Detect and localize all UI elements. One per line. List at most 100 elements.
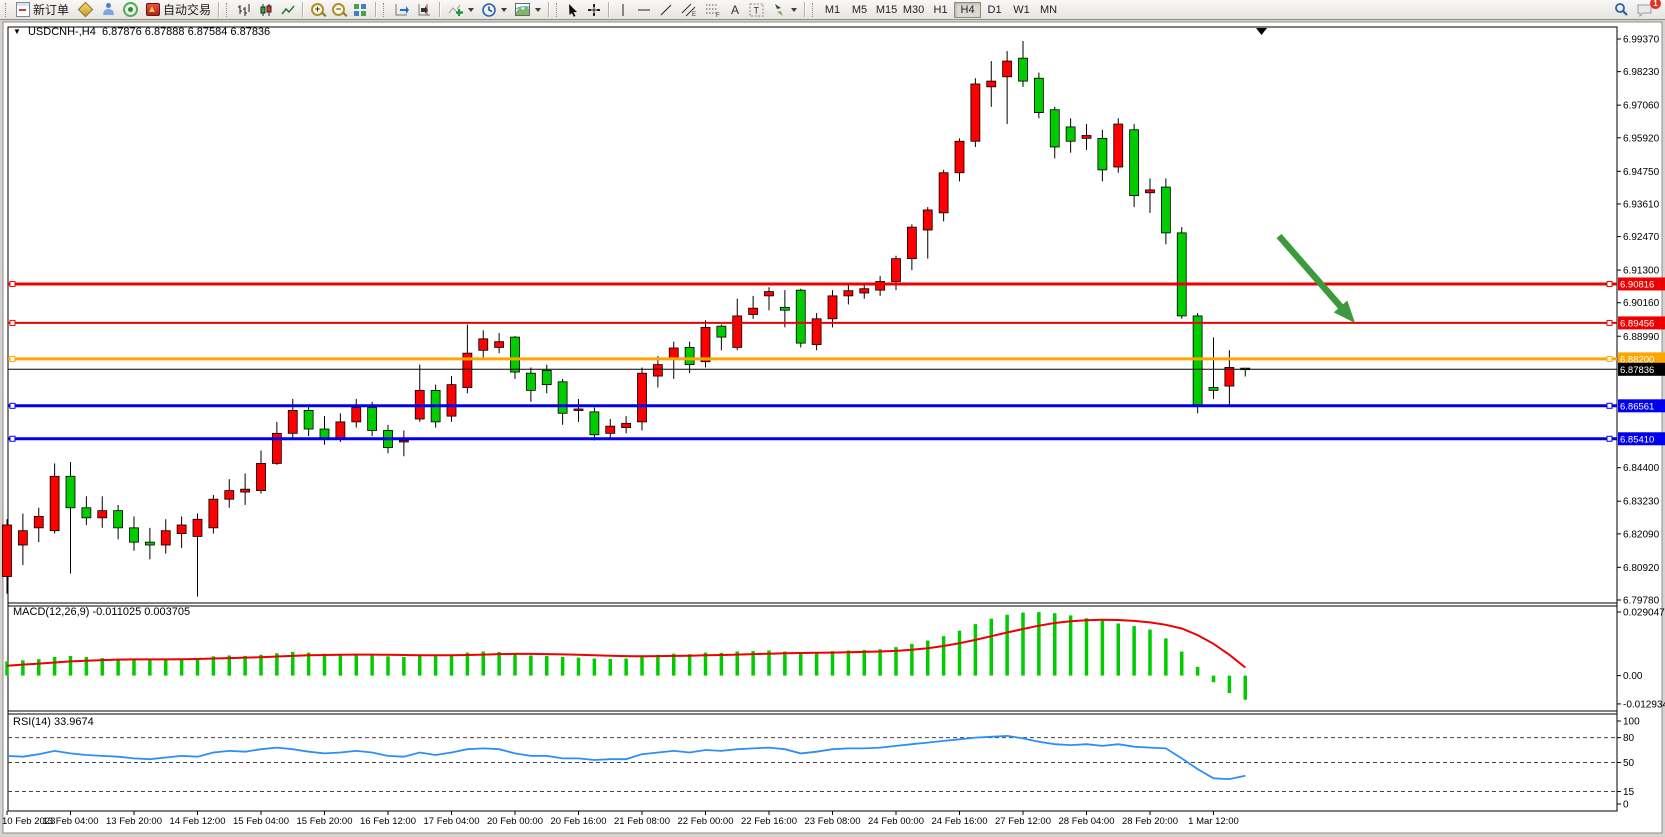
collapse-triangle-icon[interactable]: ▼ xyxy=(13,27,21,36)
svg-text:6.87836: 6.87836 xyxy=(1620,365,1654,376)
timeframe-group: M1M5M15M30H1H4D1W1MN xyxy=(819,2,1062,18)
channel-tool-button[interactable]: E xyxy=(677,1,701,19)
svg-text:23 Feb 08:00: 23 Feb 08:00 xyxy=(805,816,861,827)
timeframe-d1[interactable]: D1 xyxy=(981,2,1008,18)
svg-text:6.79780: 6.79780 xyxy=(1623,595,1660,606)
bar-chart-icon xyxy=(237,3,251,17)
svg-text:20 Feb 16:00: 20 Feb 16:00 xyxy=(551,816,607,827)
svg-text:22 Feb 16:00: 22 Feb 16:00 xyxy=(741,816,797,827)
timeframe-m1[interactable]: M1 xyxy=(819,2,846,18)
toolbar-grip[interactable] xyxy=(383,3,387,17)
toolbar-grip[interactable] xyxy=(226,3,230,17)
zoom-out-button[interactable]: − xyxy=(328,1,349,19)
trading-terminal: 新订单 自动交易 + − xyxy=(0,0,1665,837)
timeframe-h4[interactable]: H4 xyxy=(954,2,981,18)
chart-title: ▼ USDCNH-,H4 6.87876 6.87888 6.87584 6.8… xyxy=(13,26,270,38)
arrows-tool-button[interactable] xyxy=(768,1,801,19)
svg-text:24 Feb 16:00: 24 Feb 16:00 xyxy=(932,816,988,827)
svg-text:E: E xyxy=(692,12,696,17)
separator xyxy=(439,2,441,17)
fibonacci-tool-button[interactable]: F xyxy=(701,1,725,19)
svg-text:6.95920: 6.95920 xyxy=(1623,133,1660,144)
autotrading-label: 自动交易 xyxy=(163,1,211,18)
svg-text:14 Feb 12:00: 14 Feb 12:00 xyxy=(170,816,226,827)
crosshair-tool-button[interactable] xyxy=(583,1,605,19)
svg-text:6.97060: 6.97060 xyxy=(1623,101,1660,112)
candlestick-chart-button[interactable] xyxy=(255,1,277,19)
template-icon xyxy=(515,3,530,16)
community-button[interactable] xyxy=(98,1,119,19)
toolbar-grip[interactable] xyxy=(556,3,560,17)
crosshair-icon xyxy=(587,3,601,17)
arrows-icon xyxy=(772,3,786,17)
dropdown-caret xyxy=(468,8,474,12)
dropdown-caret xyxy=(501,8,507,12)
text-label-icon: T xyxy=(749,3,764,17)
zoom-in-icon: + xyxy=(311,3,324,16)
diamond-icon xyxy=(78,2,94,18)
label-tool-button[interactable]: T xyxy=(745,1,768,19)
ohlc-readout: 6.87876 6.87888 6.87584 6.87836 xyxy=(102,26,270,38)
text-tool-icon: A xyxy=(731,3,739,17)
autotrading-button[interactable]: 自动交易 xyxy=(142,1,215,19)
signal-icon xyxy=(123,2,138,17)
equidistant-channel-icon: E xyxy=(681,3,697,17)
svg-text:6.94750: 6.94750 xyxy=(1623,167,1660,178)
tile-windows-button[interactable] xyxy=(349,1,372,19)
svg-text:6.99370: 6.99370 xyxy=(1623,35,1660,46)
separator xyxy=(302,2,304,17)
svg-text:6.88990: 6.88990 xyxy=(1623,332,1660,343)
price-chart[interactable]: 6.993706.982306.970606.959206.947506.936… xyxy=(0,0,1665,837)
svg-text:100: 100 xyxy=(1623,717,1640,728)
zoom-in-button[interactable]: + xyxy=(307,1,328,19)
svg-text:6.83230: 6.83230 xyxy=(1623,497,1660,508)
vertical-line-icon xyxy=(618,3,628,17)
svg-text:T: T xyxy=(754,5,760,15)
svg-text:0.029047: 0.029047 xyxy=(1623,607,1665,618)
periods-button[interactable] xyxy=(478,1,511,19)
timeframe-m30[interactable]: M30 xyxy=(900,2,927,18)
new-order-button[interactable]: 新订单 xyxy=(12,1,73,19)
cursor-tool-button[interactable] xyxy=(563,1,583,19)
signals-button[interactable] xyxy=(119,1,142,19)
horizontal-line-tool-button[interactable] xyxy=(633,1,655,19)
svg-text:6.85410: 6.85410 xyxy=(1620,434,1654,445)
separator xyxy=(608,2,610,17)
svg-text:-0.012934: -0.012934 xyxy=(1623,699,1665,710)
chart-shift-button[interactable] xyxy=(413,1,436,19)
candlestick-chart-icon xyxy=(259,3,273,17)
timeframe-mn[interactable]: MN xyxy=(1035,2,1062,18)
svg-text:21 Feb 08:00: 21 Feb 08:00 xyxy=(614,816,670,827)
toolbar-grip[interactable] xyxy=(5,3,9,17)
toolbar-grip[interactable] xyxy=(812,3,816,17)
timeframe-h1[interactable]: H1 xyxy=(927,2,954,18)
auto-scroll-button[interactable] xyxy=(390,1,413,19)
clock-icon xyxy=(482,3,496,17)
svg-text:F: F xyxy=(716,13,720,17)
indicators-button[interactable] xyxy=(444,1,478,19)
toolbar: 新订单 自动交易 + − xyxy=(0,0,1665,20)
svg-text:24 Feb 00:00: 24 Feb 00:00 xyxy=(868,816,924,827)
timeframe-m5[interactable]: M5 xyxy=(846,2,873,18)
vertical-line-tool-button[interactable] xyxy=(613,1,633,19)
timeframe-m15[interactable]: M15 xyxy=(873,2,900,18)
search-button[interactable] xyxy=(1610,1,1633,19)
svg-text:15 Feb 20:00: 15 Feb 20:00 xyxy=(297,816,353,827)
dropdown-caret xyxy=(791,8,797,12)
tile-windows-icon xyxy=(354,4,359,9)
notifications-button[interactable]: 1 xyxy=(1633,1,1657,19)
rsi-label: RSI(14) 33.9674 xyxy=(13,716,94,728)
svg-text:6.82090: 6.82090 xyxy=(1623,529,1660,540)
svg-text:6.84400: 6.84400 xyxy=(1623,463,1660,474)
new-order-label: 新订单 xyxy=(33,1,69,18)
timeframe-w1[interactable]: W1 xyxy=(1008,2,1035,18)
trendline-tool-button[interactable] xyxy=(655,1,677,19)
charts-button[interactable] xyxy=(73,1,98,19)
templates-button[interactable] xyxy=(511,1,545,19)
dropdown-caret xyxy=(535,8,541,12)
line-chart-button[interactable] xyxy=(277,1,299,19)
text-tool-button[interactable]: A xyxy=(725,1,745,19)
svg-text:6.91300: 6.91300 xyxy=(1623,266,1660,277)
bar-chart-button[interactable] xyxy=(233,1,255,19)
svg-text:28 Feb 04:00: 28 Feb 04:00 xyxy=(1059,816,1115,827)
